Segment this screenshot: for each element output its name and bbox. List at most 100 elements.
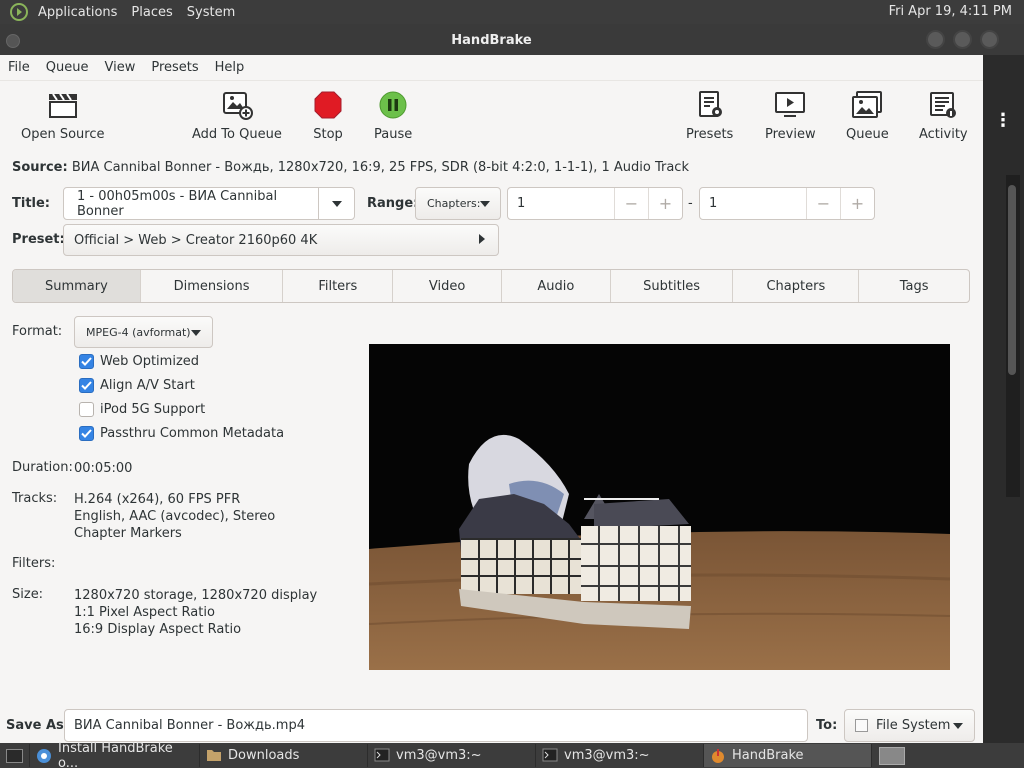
destination-value: File System	[876, 718, 951, 733]
range-end-value[interactable]: 1	[700, 196, 806, 211]
tab-summary[interactable]: Summary	[13, 270, 141, 302]
tab-subtitles[interactable]: Subtitles	[611, 270, 734, 302]
menu-view[interactable]: View	[96, 60, 143, 75]
taskbar: Install HandBrake o... Downloads vm3@vm3…	[0, 740, 1024, 768]
range-start-decrement-button[interactable]: −	[614, 188, 648, 219]
tab-filters[interactable]: Filters	[283, 270, 394, 302]
title-select[interactable]: 1 - 00h05m00s - ВИА Cannibal Bonner	[63, 187, 355, 220]
terminal-icon	[542, 748, 558, 764]
window-titlebar[interactable]: HandBrake	[0, 26, 999, 55]
taskbar-item-label: Install HandBrake o...	[58, 740, 173, 768]
destination-dropdown[interactable]: File System	[844, 709, 975, 742]
size-label: Size:	[12, 587, 44, 602]
passthru-metadata-checkbox[interactable]: Passthru Common Metadata	[79, 426, 284, 441]
taskbar-item-terminal-1[interactable]: vm3@vm3:~	[368, 744, 536, 767]
title-select-value: 1 - 00h05m00s - ВИА Cannibal Bonner	[77, 188, 278, 219]
menu-help[interactable]: Help	[207, 60, 253, 75]
minimize-icon[interactable]	[926, 30, 945, 49]
source-label: Source:	[12, 160, 68, 175]
range-end-decrement-button[interactable]: −	[806, 188, 840, 219]
size-storage: 1280x720 storage, 1280x720 display	[74, 588, 318, 603]
tab-chapters[interactable]: Chapters	[733, 270, 860, 302]
presets-label: Presets	[686, 127, 734, 142]
range-end-increment-button[interactable]: +	[840, 188, 874, 219]
folder-icon	[206, 748, 222, 764]
taskbar-item-browser[interactable]: Install HandBrake o...	[30, 740, 200, 768]
range-end-spinner[interactable]: 1 − +	[699, 187, 875, 220]
format-dropdown[interactable]: MPEG-4 (avformat)	[74, 316, 213, 348]
chevron-down-icon	[953, 718, 963, 733]
pause-icon	[376, 89, 410, 121]
range-label: Range:	[367, 196, 419, 211]
applications-menu[interactable]: Applications	[34, 5, 127, 20]
duration-label: Duration:	[12, 460, 73, 475]
ipod-5g-support-checkbox[interactable]: iPod 5G Support	[79, 402, 205, 417]
menu-presets[interactable]: Presets	[143, 60, 206, 75]
track-video: H.264 (x264), 60 FPS PFR	[74, 492, 241, 507]
track-audio: English, AAC (avcodec), Stereo	[74, 509, 276, 524]
size-par: 1:1 Pixel Aspect Ratio	[74, 605, 215, 620]
queue-icon	[850, 89, 884, 121]
presets-button[interactable]: Presets	[686, 89, 733, 142]
taskbar-item-handbrake[interactable]: HandBrake	[704, 744, 872, 767]
activity-button[interactable]: Activity	[919, 89, 968, 142]
activity-label: Activity	[919, 127, 968, 142]
chromium-icon	[36, 748, 52, 764]
open-source-button[interactable]: Open Source	[21, 89, 105, 142]
tab-tags[interactable]: Tags	[859, 270, 969, 302]
tracks-label: Tracks:	[12, 491, 58, 506]
passthru-metadata-label: Passthru Common Metadata	[100, 426, 285, 441]
workspace-switcher[interactable]	[872, 744, 912, 767]
align-av-start-checkbox[interactable]: Align A/V Start	[79, 378, 195, 393]
kebab-menu-icon[interactable]: ⋮	[994, 110, 1012, 131]
duration-value: 00:05:00	[74, 461, 133, 476]
checkmark-icon	[79, 378, 94, 393]
stop-button[interactable]: Stop	[311, 89, 345, 142]
desktop-icon	[6, 748, 23, 763]
save-as-value[interactable]: ВИА Cannibal Bonner - Вождь.mp4	[74, 718, 305, 733]
checkmark-icon	[79, 426, 94, 441]
size-dar: 16:9 Display Aspect Ratio	[74, 622, 242, 637]
background-scroll-thumb[interactable]	[1008, 185, 1016, 375]
show-desktop-button[interactable]	[0, 744, 30, 767]
tab-dimensions[interactable]: Dimensions	[141, 270, 284, 302]
window-title: HandBrake	[451, 33, 532, 48]
menu-file[interactable]: File	[0, 60, 38, 75]
preview-icon	[773, 89, 807, 121]
window-menu-icon[interactable]	[6, 34, 20, 48]
save-as-label: Save As:	[6, 718, 69, 733]
presets-icon	[693, 89, 727, 121]
top-panel: Applications Places System Fri Apr 19, 4…	[0, 0, 1024, 24]
source-value: ВИА Cannibal Bonner - Вождь, 1280x720, 1…	[71, 160, 689, 175]
system-menu[interactable]: System	[183, 5, 245, 20]
places-menu[interactable]: Places	[127, 5, 182, 20]
maximize-icon[interactable]	[953, 30, 972, 49]
taskbar-item-label: HandBrake	[732, 748, 804, 763]
range-start-value[interactable]: 1	[508, 196, 614, 211]
preview-label: Preview	[765, 127, 816, 142]
chevron-down-icon[interactable]	[318, 188, 354, 219]
taskbar-item-terminal-2[interactable]: vm3@vm3:~	[536, 744, 704, 767]
queue-button[interactable]: Queue	[846, 89, 889, 142]
range-mode-dropdown[interactable]: Chapters:	[415, 187, 501, 220]
clock[interactable]: Fri Apr 19, 4:11 PM	[889, 4, 1012, 19]
save-as-input[interactable]: ВИА Cannibal Bonner - Вождь.mp4	[64, 709, 808, 742]
preview-image[interactable]	[369, 344, 950, 670]
range-mode-value: Chapters:	[427, 197, 481, 210]
close-icon[interactable]	[980, 30, 999, 49]
range-start-spinner[interactable]: 1 − +	[507, 187, 683, 220]
preset-selector[interactable]: Official > Web > Creator 2160p60 4K	[63, 224, 499, 256]
stop-icon	[311, 89, 345, 121]
preview-button[interactable]: Preview	[765, 89, 816, 142]
chevron-right-icon	[479, 233, 485, 248]
add-to-queue-button[interactable]: Add To Queue	[192, 89, 282, 142]
distro-logo-icon[interactable]	[8, 1, 30, 23]
range-start-increment-button[interactable]: +	[648, 188, 682, 219]
pause-button[interactable]: Pause	[374, 89, 412, 142]
queue-label: Queue	[846, 127, 889, 142]
menu-queue[interactable]: Queue	[38, 60, 97, 75]
taskbar-item-downloads[interactable]: Downloads	[200, 744, 368, 767]
tab-video[interactable]: Video	[393, 270, 502, 302]
tab-audio[interactable]: Audio	[502, 270, 611, 302]
web-optimized-checkbox[interactable]: Web Optimized	[79, 354, 199, 369]
